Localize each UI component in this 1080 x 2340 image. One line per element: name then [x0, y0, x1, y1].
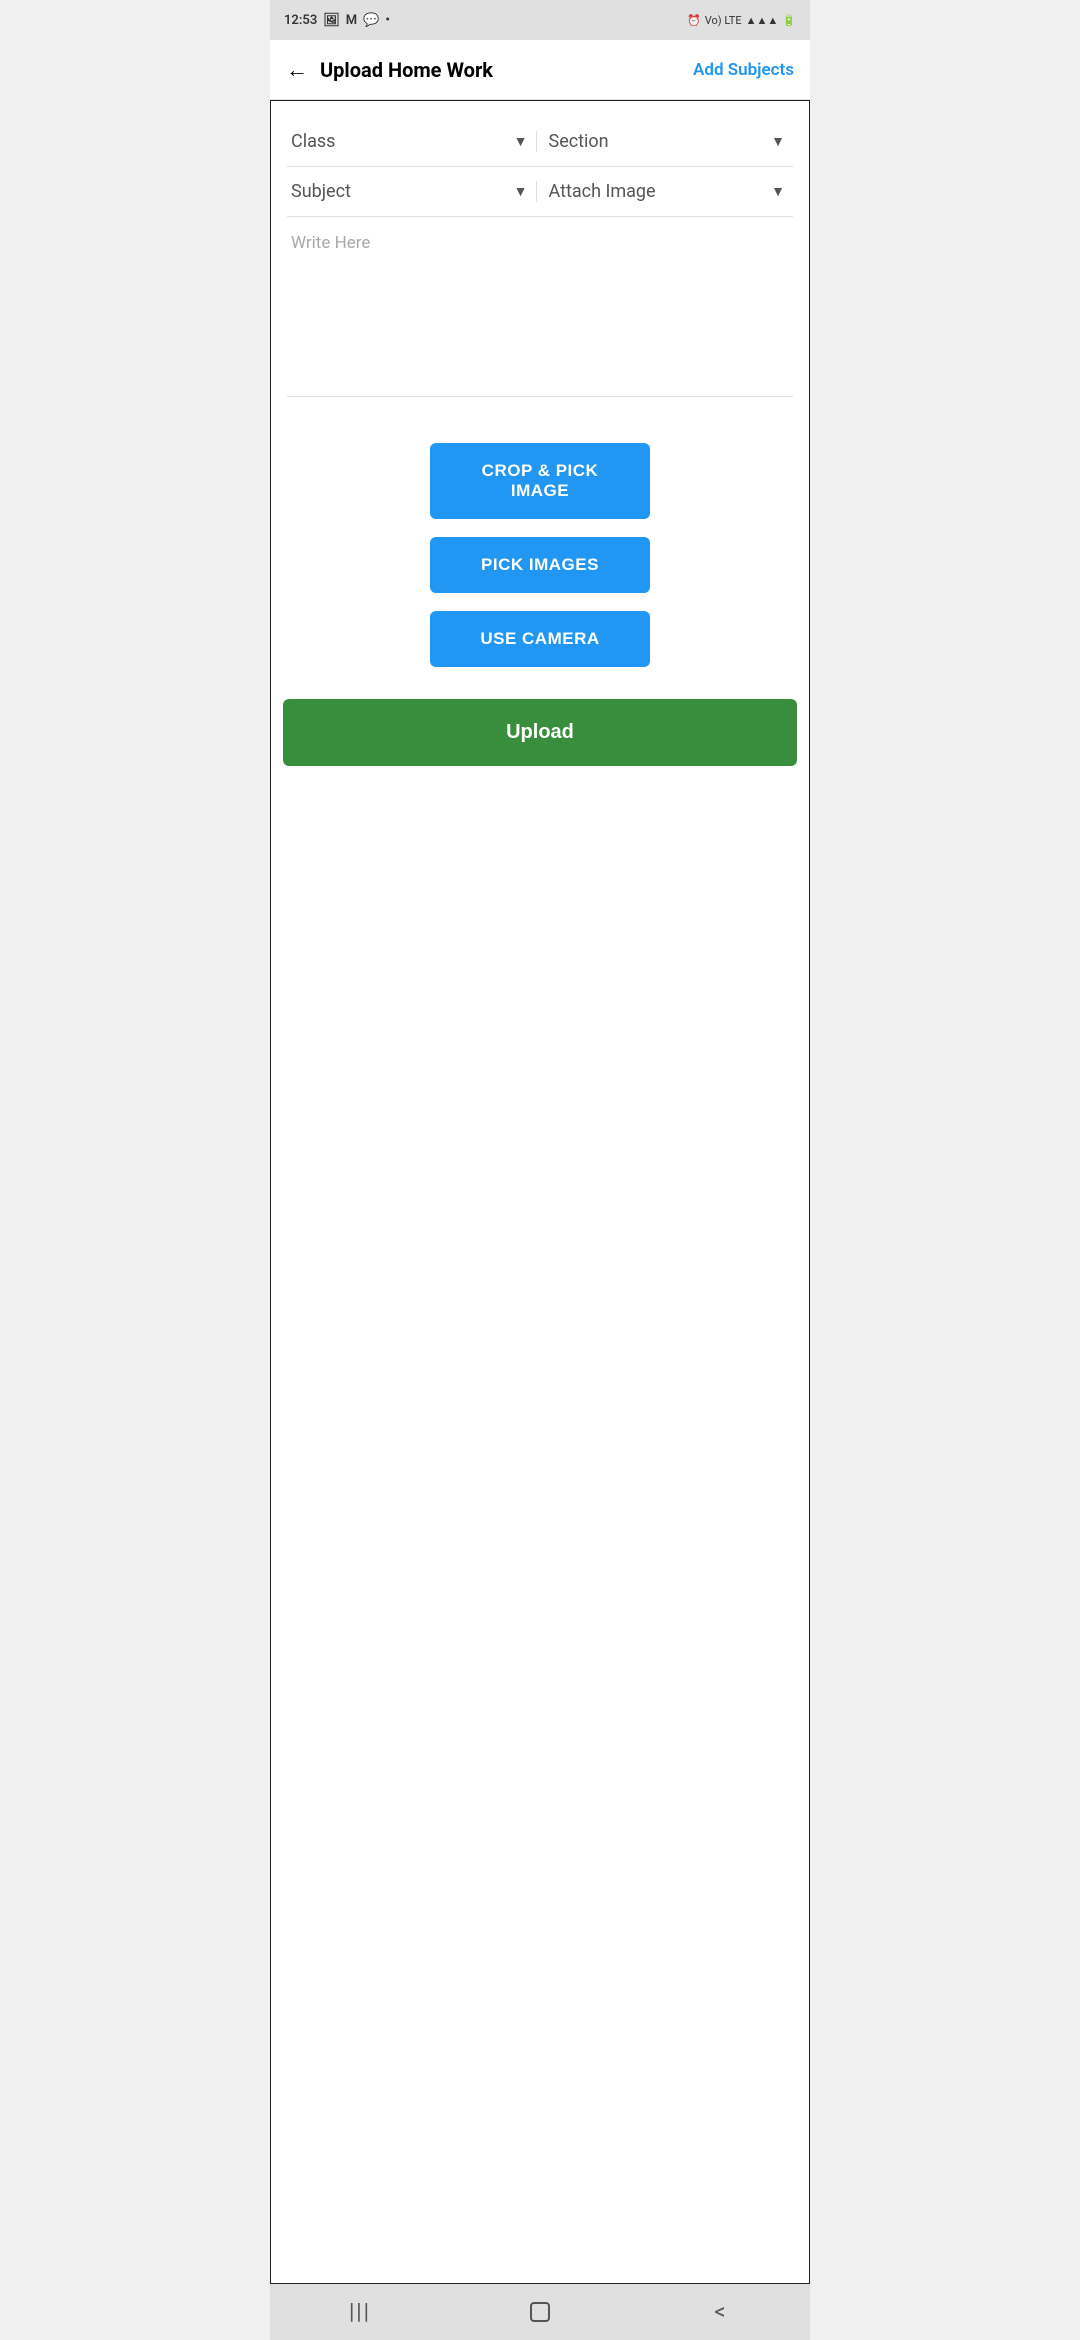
menu-icon	[349, 2300, 371, 2325]
nav-back-button[interactable]	[696, 2288, 744, 2336]
back-nav-icon	[714, 2300, 725, 2325]
bottom-nav	[270, 2284, 810, 2340]
main-content: Class ▼ Section ▼ Subject ▼ Attach Image…	[270, 100, 810, 2284]
gallery-icon: 🖼	[323, 13, 340, 28]
nav-home-button[interactable]	[516, 2288, 564, 2336]
write-area[interactable]: Write Here	[287, 217, 793, 397]
section-label: Section	[549, 131, 609, 152]
subject-label: Subject	[291, 181, 351, 202]
subject-attach-row: Subject ▼ Attach Image ▼	[287, 167, 793, 217]
crop-pick-image-button[interactable]: CROP & PICK IMAGE	[430, 443, 650, 519]
subject-chevron-icon: ▼	[514, 183, 528, 200]
signal-bars-icon: ▲▲▲	[746, 14, 779, 27]
class-label: Class	[291, 131, 335, 152]
write-placeholder: Write Here	[291, 233, 370, 253]
subject-dropdown[interactable]: Subject ▼	[287, 181, 537, 202]
attach-image-label: Attach Image	[549, 181, 656, 202]
app-bar: ← Upload Home Work Add Subjects	[270, 40, 810, 100]
status-bar: 12:53 🖼 M 💬 • ⏰ Vo) LTE ▲▲▲ 🔋	[270, 0, 810, 40]
alarm-icon: ⏰	[687, 14, 701, 27]
attach-chevron-icon: ▼	[771, 183, 785, 200]
add-subjects-button[interactable]: Add Subjects	[693, 60, 794, 80]
gmail-icon: M	[346, 13, 357, 28]
upload-btn-wrapper: Upload	[271, 687, 809, 778]
class-section-row: Class ▼ Section ▼	[287, 117, 793, 167]
dot-icon: •	[385, 13, 390, 28]
section-chevron-icon: ▼	[771, 133, 785, 150]
status-time: 12:53 🖼 M 💬 •	[284, 13, 390, 28]
time-label: 12:53	[284, 13, 317, 28]
back-arrow-icon: ←	[286, 57, 308, 83]
status-icons: ⏰ Vo) LTE ▲▲▲ 🔋	[687, 14, 796, 27]
attach-image-dropdown[interactable]: Attach Image ▼	[545, 181, 794, 202]
home-icon	[530, 2302, 550, 2322]
class-dropdown[interactable]: Class ▼	[287, 131, 537, 152]
nav-menu-button[interactable]	[336, 2288, 384, 2336]
message-icon: 💬	[363, 13, 379, 28]
signal-label: Vo) LTE	[705, 14, 742, 27]
upload-button[interactable]: Upload	[283, 699, 797, 766]
pick-images-button[interactable]: PICK IMAGES	[430, 537, 650, 593]
page-title: Upload Home Work	[320, 58, 693, 82]
buttons-section: CROP & PICK IMAGE PICK IMAGES USE CAMERA	[271, 413, 809, 687]
section-dropdown[interactable]: Section ▼	[545, 131, 794, 152]
back-button[interactable]: ←	[286, 57, 308, 83]
use-camera-button[interactable]: USE CAMERA	[430, 611, 650, 667]
battery-icon: 🔋	[782, 14, 796, 27]
class-chevron-icon: ▼	[514, 133, 528, 150]
form-area: Class ▼ Section ▼ Subject ▼ Attach Image…	[271, 101, 809, 413]
